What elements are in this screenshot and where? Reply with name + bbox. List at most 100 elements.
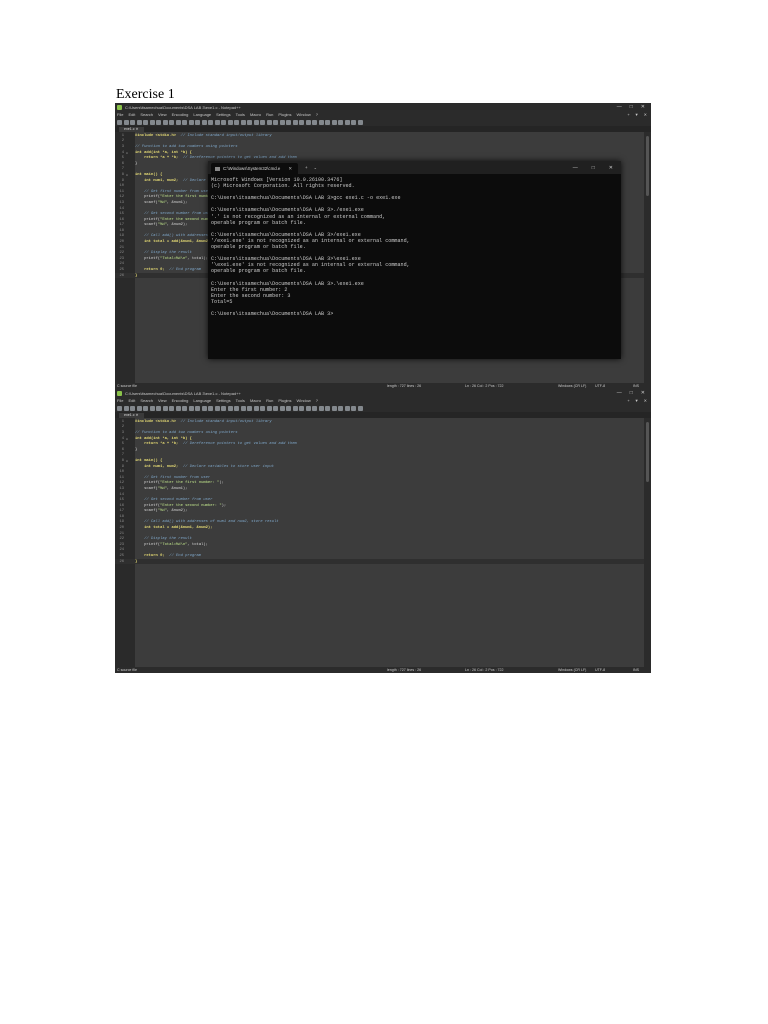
toolbar-icon[interactable]	[338, 405, 343, 411]
toolbar-icon[interactable]	[325, 405, 330, 411]
toolbar-icon[interactable]	[136, 405, 142, 411]
toolbar-icon[interactable]	[344, 405, 350, 411]
minimize-button[interactable]: —	[617, 104, 622, 110]
menu-item-language[interactable]: Language	[193, 398, 211, 403]
toolbar-icon[interactable]	[266, 119, 272, 125]
menu-item-language[interactable]: Language	[193, 112, 211, 117]
toolbar-icon[interactable]	[240, 119, 246, 125]
toolbar-icon[interactable]	[182, 119, 187, 125]
tab-dropdown-icon[interactable]: ⌄	[314, 165, 317, 170]
fold-marker-icon[interactable]: ⊟	[126, 173, 135, 177]
menu-right-control[interactable]: +	[627, 398, 629, 403]
terminal-tab-close-icon[interactable]: ✕	[288, 166, 292, 172]
toolbar-icon[interactable]	[338, 119, 343, 125]
toolbar-icon[interactable]	[117, 405, 122, 411]
toolbar-icon[interactable]	[318, 119, 324, 125]
terminal-window[interactable]: C:\Windows\System32\cmd.e ✕ + ⌄ — □ ✕ Mi…	[208, 161, 621, 359]
vertical-scrollbar[interactable]	[644, 132, 651, 383]
menu-item-tools[interactable]: Tools	[236, 112, 245, 117]
toolbar-icon[interactable]	[279, 119, 285, 125]
menu-right-control[interactable]: ▼	[635, 112, 639, 117]
toolbar-icon[interactable]	[312, 119, 317, 125]
toolbar-icon[interactable]	[253, 405, 259, 411]
terminal-minimize-button[interactable]: —	[573, 165, 578, 171]
toolbar-icon[interactable]	[169, 119, 174, 125]
menu-right-control[interactable]: ▼	[635, 398, 639, 403]
terminal-tab[interactable]: C:\Windows\System32\cmd.e ✕	[211, 163, 299, 174]
toolbar-icon[interactable]	[344, 119, 350, 125]
menu-item-tools[interactable]: Tools	[236, 398, 245, 403]
menu-right-control[interactable]: ✕	[644, 398, 647, 403]
toolbar-icon[interactable]	[331, 119, 337, 125]
toolbar-icon[interactable]	[201, 405, 207, 411]
toolbar-icon[interactable]	[312, 405, 317, 411]
toolbar-icon[interactable]	[123, 119, 129, 125]
menu-item-window[interactable]: Window	[297, 112, 311, 117]
menu-item-plugins[interactable]: Plugins	[278, 112, 291, 117]
scrollbar-thumb[interactable]	[646, 136, 649, 196]
toolbar-icon[interactable]	[201, 119, 207, 125]
toolbar-icon[interactable]	[299, 119, 304, 125]
toolbar-icon[interactable]	[351, 405, 356, 411]
fold-marker-icon[interactable]: ⊟	[126, 459, 135, 463]
menu-item-[interactable]: ?	[316, 112, 318, 117]
toolbar-icon[interactable]	[247, 405, 252, 411]
toolbar-icon[interactable]	[188, 119, 194, 125]
toolbar-icon[interactable]	[279, 405, 285, 411]
toolbar-icon[interactable]	[253, 119, 259, 125]
toolbar-icon[interactable]	[169, 405, 174, 411]
toolbar-icon[interactable]	[318, 405, 324, 411]
menu-item-view[interactable]: View	[158, 112, 167, 117]
menu-item-settings[interactable]: Settings	[216, 398, 230, 403]
toolbar-icon[interactable]	[182, 405, 187, 411]
close-button[interactable]: ✕	[641, 390, 645, 396]
toolbar-icon[interactable]	[266, 405, 272, 411]
toolbar-icon[interactable]	[195, 405, 200, 411]
menu-item-encoding[interactable]: Encoding	[172, 398, 189, 403]
toolbar-icon[interactable]	[188, 405, 194, 411]
toolbar-icon[interactable]	[240, 405, 246, 411]
fold-marker-icon[interactable]: ⊟	[126, 437, 135, 441]
toolbar-icon[interactable]	[143, 119, 148, 125]
toolbar-icon[interactable]	[136, 119, 142, 125]
minimize-button[interactable]: —	[617, 390, 622, 396]
toolbar-icon[interactable]	[162, 405, 168, 411]
menu-item-run[interactable]: Run	[266, 398, 273, 403]
menu-right-control[interactable]: ✕	[644, 112, 647, 117]
toolbar-icon[interactable]	[214, 405, 220, 411]
toolbar-icon[interactable]	[273, 119, 278, 125]
menu-item-search[interactable]: Search	[140, 112, 153, 117]
close-button[interactable]: ✕	[641, 104, 645, 110]
toolbar-icon[interactable]	[227, 405, 233, 411]
toolbar-icon[interactable]	[292, 405, 298, 411]
toolbar-icon[interactable]	[227, 119, 233, 125]
toolbar-icon[interactable]	[149, 405, 155, 411]
code-editor[interactable]: 1 #include <stdio.h> // Include standard …	[115, 418, 644, 667]
toolbar-icon[interactable]	[357, 405, 363, 411]
toolbar-icon[interactable]	[305, 405, 311, 411]
toolbar-icon[interactable]	[286, 405, 291, 411]
toolbar-icon[interactable]	[357, 119, 363, 125]
toolbar-icon[interactable]	[273, 405, 278, 411]
scrollbar-thumb[interactable]	[646, 422, 649, 482]
menu-right-control[interactable]: +	[627, 112, 629, 117]
menu-item-edit[interactable]: Edit	[128, 398, 135, 403]
fold-marker-icon[interactable]: ⊟	[126, 151, 135, 155]
toolbar-icon[interactable]	[260, 405, 265, 411]
menu-item-[interactable]: ?	[316, 398, 318, 403]
toolbar-icon[interactable]	[221, 119, 226, 125]
menu-item-search[interactable]: Search	[140, 398, 153, 403]
toolbar-icon[interactable]	[234, 405, 239, 411]
toolbar-icon[interactable]	[331, 405, 337, 411]
terminal-maximize-button[interactable]: □	[592, 165, 595, 171]
toolbar-icon[interactable]	[117, 119, 122, 125]
terminal-output[interactable]: Microsoft Windows [Version 10.0.26100.34…	[208, 174, 621, 320]
toolbar-icon[interactable]	[208, 405, 213, 411]
maximize-button[interactable]: □	[630, 104, 633, 110]
new-tab-button[interactable]: +	[305, 165, 308, 170]
menu-item-window[interactable]: Window	[297, 398, 311, 403]
toolbar-icon[interactable]	[351, 119, 356, 125]
toolbar-icon[interactable]	[175, 119, 181, 125]
menu-item-run[interactable]: Run	[266, 112, 273, 117]
toolbar-icon[interactable]	[156, 119, 161, 125]
